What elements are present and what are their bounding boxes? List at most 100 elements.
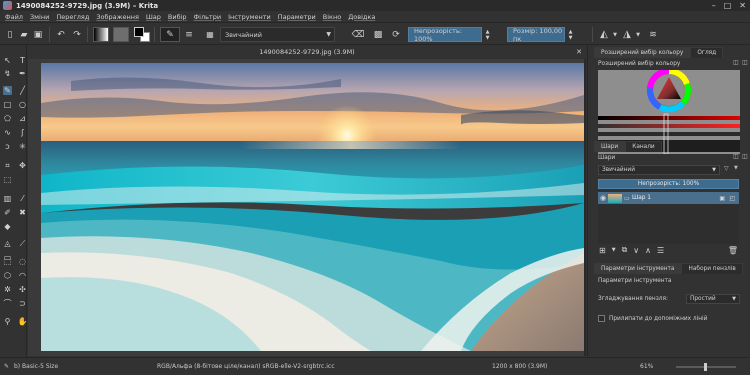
canvas-area[interactable]: 1490084252-9729.jpg (3.9M) ✕ <box>28 45 586 356</box>
opacity-spin-buttons[interactable]: ▲ ▼ <box>484 27 491 42</box>
menu-help[interactable]: Довідка <box>348 13 375 21</box>
docker-float-icon[interactable]: ◫ <box>733 59 739 66</box>
filter-icon[interactable]: ▽ <box>724 165 729 172</box>
ellipse-select-icon[interactable]: ◌ <box>18 257 27 266</box>
move-layer-down-icon[interactable]: ∨ <box>633 246 639 255</box>
rectangle-tool-icon[interactable]: □ <box>3 100 12 109</box>
rect-select-icon[interactable]: ⬚ <box>3 257 12 266</box>
reload-preset-icon[interactable]: ⟳ <box>390 27 402 42</box>
inherit-alpha-icon[interactable]: ◰ <box>729 195 735 202</box>
blend-mode-select[interactable]: Звичайний ▼ <box>220 27 335 42</box>
menu-settings[interactable]: Параметри <box>278 13 316 21</box>
open-document-icon[interactable]: ▰ <box>18 27 30 42</box>
edit-shapes-icon[interactable]: ↯ <box>3 69 12 78</box>
chevron-down-icon[interactable]: ▼ <box>612 27 618 42</box>
foreground-color-swatch[interactable] <box>134 27 144 37</box>
colorize-mask-icon[interactable]: ✐ <box>3 208 12 217</box>
duplicate-layer-icon[interactable]: ⧉ <box>622 245 628 255</box>
menu-layer[interactable]: Шар <box>146 13 161 21</box>
layer-blend-mode-select[interactable]: Звичайний ▼ <box>598 165 720 175</box>
polyline-tool-icon[interactable]: ⊿ <box>18 114 27 123</box>
freehand-path-icon[interactable]: ʃ <box>18 128 27 137</box>
polygon-tool-icon[interactable]: ⬠ <box>3 114 12 123</box>
line-tool-icon[interactable]: ╱ <box>18 86 27 95</box>
gradient-tool-icon[interactable]: ▥ <box>3 194 12 203</box>
add-layer-icon[interactable]: ⊞ <box>599 246 606 255</box>
brush-presets-grid-icon[interactable]: ▦ <box>204 27 216 42</box>
multibrush-icon[interactable]: ✳ <box>18 142 27 151</box>
redo-icon[interactable]: ↷ <box>71 27 83 42</box>
pan-tool-icon[interactable]: ✋ <box>18 317 28 326</box>
zoom-tool-icon[interactable]: ⚲ <box>3 317 12 326</box>
calligraphy-icon[interactable]: ✒ <box>18 69 27 78</box>
layer-row[interactable]: ◉ ▭ Шар 1 ▣ ◰ <box>598 192 739 204</box>
brush-preset-icon[interactable]: ✎ <box>160 27 180 42</box>
smart-patch-icon[interactable]: ✖ <box>18 208 27 217</box>
tab-overview[interactable]: Огляд <box>690 47 724 58</box>
chevron-down-icon[interactable]: ▼ <box>734 165 738 171</box>
menu-filters[interactable]: Фільтри <box>194 13 222 21</box>
new-document-icon[interactable]: ▯ <box>4 27 16 42</box>
docker-close-icon[interactable]: ◫ <box>742 59 748 66</box>
move-tool-icon[interactable]: ✥ <box>18 161 27 170</box>
bezier-tool-icon[interactable]: ∿ <box>3 128 12 137</box>
crop-tool-icon[interactable]: ⌗ <box>3 161 12 170</box>
pattern-selector[interactable] <box>113 27 129 42</box>
bezier-select-icon[interactable]: ⌒ <box>3 299 12 308</box>
fg-bg-color-selector[interactable] <box>134 27 150 42</box>
close-window-icon[interactable]: ✕ <box>739 1 746 10</box>
document-tab[interactable]: 1490084252-9729.jpg (3.9M) ✕ <box>28 45 586 59</box>
move-layer-up-icon[interactable]: ∧ <box>645 246 651 255</box>
canvas-image[interactable] <box>41 63 584 351</box>
menu-file[interactable]: Файл <box>5 13 23 21</box>
tab-channels[interactable]: Канали <box>625 141 662 152</box>
layer-opacity-slider[interactable]: Непрозорість: 100% <box>598 179 739 189</box>
freehand-select-icon[interactable]: ◠ <box>18 271 27 280</box>
menu-window[interactable]: Вікно <box>323 13 341 21</box>
tab-layers[interactable]: Шари <box>594 141 626 152</box>
mirror-horizontal-icon[interactable]: ◭ <box>598 27 610 42</box>
menu-image[interactable]: Зображення <box>96 13 139 21</box>
eye-visibility-icon[interactable]: ◉ <box>598 194 608 202</box>
tab-advanced-color-selector[interactable]: Розширений вибір кольору <box>594 47 691 58</box>
freehand-brush-icon[interactable]: ✎ <box>3 86 12 95</box>
size-spin-buttons[interactable]: ▲ ▼ <box>567 27 574 42</box>
zoom-slider-handle[interactable] <box>704 363 707 371</box>
tab-tool-options[interactable]: Параметри інструмента <box>594 263 682 274</box>
menu-edit[interactable]: Зміни <box>30 13 49 21</box>
snap-assistants-checkbox[interactable] <box>598 315 605 322</box>
minimize-icon[interactable]: – <box>712 1 716 10</box>
layer-properties-icon[interactable]: ☰ <box>657 246 664 255</box>
assistant-tool-icon[interactable]: ◬ <box>3 239 12 248</box>
maximize-icon[interactable]: □ <box>724 1 732 10</box>
ellipse-tool-icon[interactable]: ○ <box>18 100 27 109</box>
close-document-icon[interactable]: ✕ <box>576 48 582 56</box>
similar-select-icon[interactable]: ✣ <box>18 285 27 294</box>
magnetic-select-icon[interactable]: ⊃ <box>18 299 27 308</box>
zoom-slider[interactable] <box>676 363 736 371</box>
color-picker-icon[interactable]: ⁄ <box>18 194 27 203</box>
dynamic-brush-icon[interactable]: ↄ <box>3 142 12 151</box>
gradient-selector[interactable] <box>93 27 109 42</box>
mirror-vertical-icon[interactable]: ◮ <box>621 27 633 42</box>
menu-tools[interactable]: Інструменти <box>228 13 271 21</box>
polygon-select-icon[interactable]: ⬡ <box>3 271 12 280</box>
eraser-mode-icon[interactable]: ⌫ <box>352 27 365 42</box>
delete-layer-icon[interactable]: 🗑 <box>728 246 738 255</box>
edit-brush-settings-icon[interactable]: ≡ <box>184 27 194 42</box>
select-shapes-icon[interactable]: ↖ <box>3 56 12 65</box>
fill-tool-icon[interactable]: ◆ <box>3 222 12 231</box>
docker-float-icon[interactable]: ◫ <box>733 153 739 160</box>
menu-view[interactable]: Перегляд <box>56 13 89 21</box>
layer-list[interactable] <box>598 204 739 244</box>
preserve-alpha-icon[interactable]: ▩ <box>372 27 384 42</box>
chevron-down-icon[interactable]: ▼ <box>612 247 616 253</box>
alpha-lock-icon[interactable]: ▣ <box>719 195 725 202</box>
docker-close-icon[interactable]: ◫ <box>742 153 748 160</box>
transform-tool-icon[interactable]: ⬚ <box>3 175 12 184</box>
smoothing-select[interactable]: Простий ▼ <box>686 294 740 304</box>
wrap-around-icon[interactable]: ≋ <box>646 27 660 42</box>
menu-select[interactable]: Вибір <box>168 13 187 21</box>
opacity-slider[interactable]: Непрозорість: 100% <box>408 27 482 43</box>
tab-brush-presets[interactable]: Набори пензлів <box>681 263 743 274</box>
